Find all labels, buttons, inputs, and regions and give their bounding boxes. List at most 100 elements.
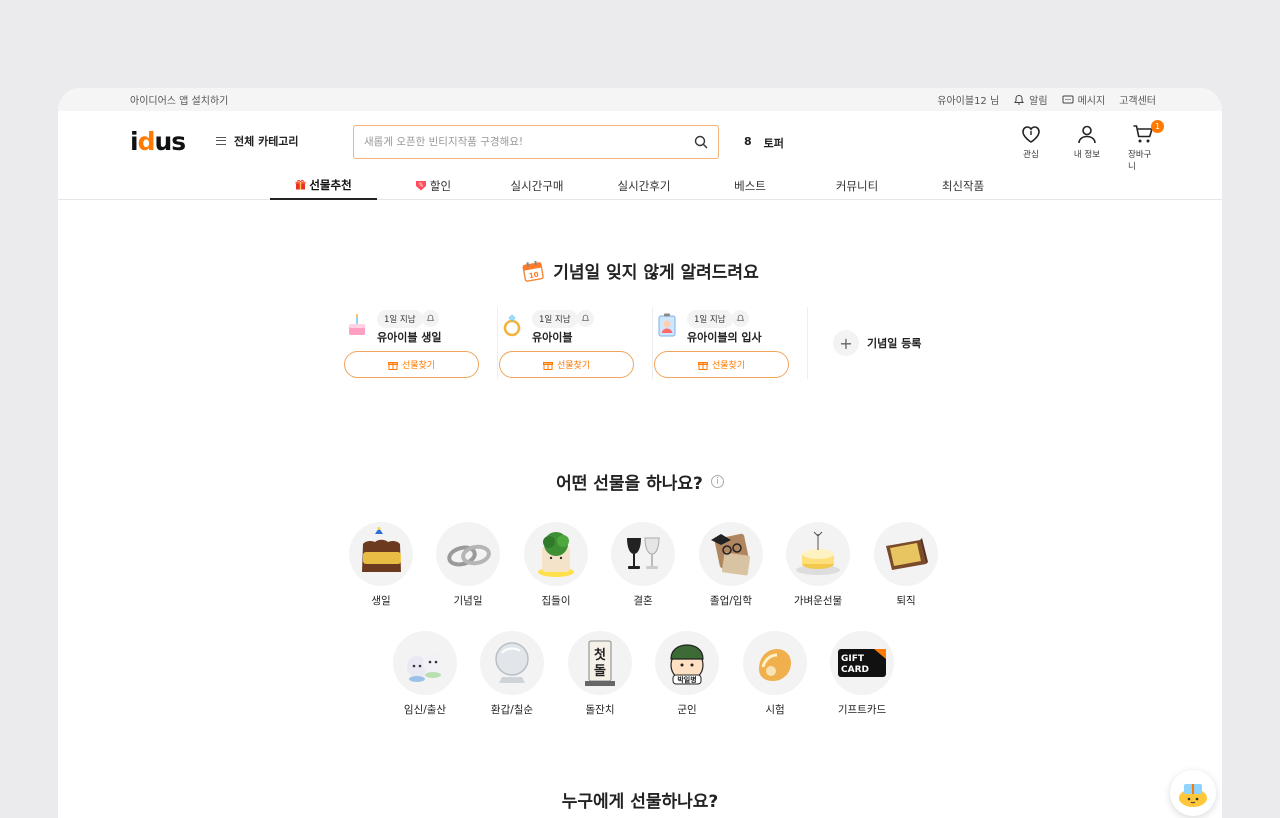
- cart-label: 장바구니: [1128, 150, 1152, 172]
- gift-box-icon: [387, 361, 398, 370]
- bread-icon: [743, 631, 807, 695]
- plant-pot-icon: [524, 522, 588, 586]
- tab-community[interactable]: 커뮤니티: [817, 171, 897, 200]
- tab-label: 최신작품: [941, 178, 985, 193]
- stone-text-1: 첫: [594, 647, 606, 663]
- support-link[interactable]: 고객센터: [1119, 92, 1156, 107]
- logo-i: i: [130, 127, 139, 156]
- main-nav: 선물추천 % 할인 실시간구매 실시간후기 베스트 커뮤니티 최신작품: [58, 171, 1222, 200]
- gift-type-birthday[interactable]: 생일: [341, 522, 421, 608]
- search-bar: [353, 125, 719, 159]
- find-gift-label: 선물찾기: [401, 361, 436, 371]
- gift-type-soldier[interactable]: 박일병 군인: [647, 631, 727, 717]
- anniversary-name: 유아이블: [532, 331, 573, 344]
- gift-type-label: 임신/출산: [403, 704, 447, 716]
- anniversary-status: 1일 지남: [377, 310, 423, 328]
- tab-realtime-review[interactable]: 실시간후기: [604, 171, 684, 200]
- soldier-icon: 박일병: [655, 631, 719, 695]
- user-icon: [1078, 125, 1096, 144]
- gift-type-label: 집들이: [541, 595, 571, 607]
- find-gift-button[interactable]: 선물찾기: [344, 351, 479, 378]
- alerts-link[interactable]: 알림: [1013, 92, 1048, 107]
- gift-type-label: 돌잔치: [585, 704, 615, 716]
- gift-type-exam[interactable]: 시험: [735, 631, 815, 717]
- utility-links: 유아이블12 님 알림 메시지 고객센터: [937, 92, 1156, 107]
- gift-type-gift-card[interactable]: GIFT CARD 기프트카드: [822, 631, 902, 717]
- cart-button[interactable]: 1 장바구니: [1128, 120, 1164, 172]
- idus-logo[interactable]: idus: [130, 127, 186, 156]
- main-header: idus 전체 카테고리 8 토퍼 관심 내 정보 1: [58, 111, 1222, 172]
- notify-toggle[interactable]: [422, 310, 439, 327]
- gift-type-label: 가벼운선물: [793, 595, 843, 607]
- birthday-cake-icon: [349, 522, 413, 586]
- messages-label: 메시지: [1077, 96, 1106, 107]
- logo-us: us: [154, 127, 186, 156]
- gift-type-light-gift[interactable]: 가벼운선물: [778, 522, 858, 608]
- wishlist-label: 관심: [1023, 150, 1039, 160]
- cheesecake-icon: [786, 522, 850, 586]
- calendar-icon: 10: [522, 260, 545, 282]
- gift-type-first-birthday[interactable]: 첫돌 돌잔치: [560, 631, 640, 717]
- calendar-day-text: 10: [529, 270, 540, 280]
- tab-label: 커뮤니티: [835, 178, 879, 193]
- find-gift-button[interactable]: 선물찾기: [499, 351, 634, 378]
- my-info-button[interactable]: 내 정보: [1072, 124, 1102, 172]
- gift-character-icon: [1179, 784, 1207, 807]
- gift-type-label: 퇴직: [896, 595, 916, 607]
- all-category-button[interactable]: 전체 카테고리: [216, 133, 299, 149]
- anniversary-card: 1일 지남 유아이블의 입사 선물찾기: [653, 307, 808, 379]
- gift-type-sixtieth[interactable]: 환갑/칠순: [472, 631, 552, 717]
- user-greeting[interactable]: 유아이블12 님: [937, 92, 999, 107]
- search-icon[interactable]: [694, 135, 708, 149]
- discount-tag-icon: %: [415, 181, 426, 191]
- gift-type-housewarming[interactable]: 집들이: [516, 522, 596, 608]
- notify-toggle[interactable]: [577, 310, 594, 327]
- floating-gift-button[interactable]: [1170, 770, 1216, 816]
- tab-realtime-purchase[interactable]: 실시간구매: [497, 171, 577, 200]
- tab-label: 실시간후기: [617, 178, 671, 193]
- find-gift-button[interactable]: 선물찾기: [654, 351, 789, 378]
- anniversary-card: 1일 지남 유아이블 선물찾기: [498, 307, 653, 379]
- gift-type-retirement[interactable]: 퇴직: [866, 522, 946, 608]
- all-category-label: 전체 카테고리: [234, 135, 299, 148]
- add-anniversary-button[interactable]: + 기념일 등록: [833, 330, 921, 356]
- id-badge-icon: [658, 313, 676, 337]
- search-input[interactable]: [364, 136, 694, 148]
- find-gift-label: 선물찾기: [556, 361, 591, 371]
- messages-link[interactable]: 메시지: [1062, 92, 1106, 107]
- logo-d: d: [137, 127, 156, 156]
- anniversary-title: 10 기념일 잊지 않게 알려드려요: [58, 258, 1222, 283]
- gold-plaque-icon: [874, 522, 938, 586]
- gift-type-pregnancy[interactable]: 임신/출산: [385, 631, 465, 717]
- gift-type-title: 어떤 선물을 하나요? i: [58, 469, 1222, 494]
- bell-icon: [426, 314, 435, 321]
- first-stone-icon: 첫돌: [568, 631, 632, 695]
- my-info-label: 내 정보: [1073, 150, 1101, 160]
- gift-type-wedding[interactable]: 결혼: [603, 522, 683, 608]
- alerts-label: 알림: [1029, 96, 1048, 107]
- wishlist-button[interactable]: 관심: [1016, 124, 1046, 172]
- notify-toggle[interactable]: [732, 310, 749, 327]
- gift-type-anniversary[interactable]: 기념일: [428, 522, 508, 608]
- tab-newest[interactable]: 최신작품: [923, 171, 1003, 200]
- svg-text:%: %: [419, 183, 424, 189]
- info-icon[interactable]: i: [710, 475, 724, 488]
- couple-rings-icon: [436, 522, 500, 586]
- anniversary-title-text: 기념일 잊지 않게 알려드려요: [553, 263, 759, 283]
- install-app-link[interactable]: 아이디어스 앱 설치하기: [130, 92, 228, 107]
- giftcard-line1: GIFT: [841, 654, 865, 664]
- app-window: 아이디어스 앱 설치하기 유아이블12 님 알림 메시지 고객센터 idus 전…: [58, 88, 1222, 818]
- bell-icon: [1014, 94, 1025, 104]
- tab-discount[interactable]: % 할인: [393, 171, 473, 200]
- recipient-title-text: 누구에게 선물하나요?: [561, 792, 719, 812]
- trend-rank: 8: [744, 135, 752, 148]
- gift-type-title-text: 어떤 선물을 하나요?: [556, 474, 703, 494]
- bell-icon: [581, 314, 590, 321]
- trending-keyword[interactable]: 8 토퍼: [744, 135, 784, 151]
- tab-label: 선물추천: [309, 177, 352, 192]
- anniversary-card: 1일 지남 유아이블 생일 선물찾기: [343, 307, 498, 379]
- tab-best[interactable]: 베스트: [710, 171, 790, 200]
- gift-type-graduation[interactable]: 졸업/입학: [691, 522, 771, 608]
- wine-glasses-icon: [611, 522, 675, 586]
- tab-gift-recommend[interactable]: 선물추천: [270, 171, 377, 200]
